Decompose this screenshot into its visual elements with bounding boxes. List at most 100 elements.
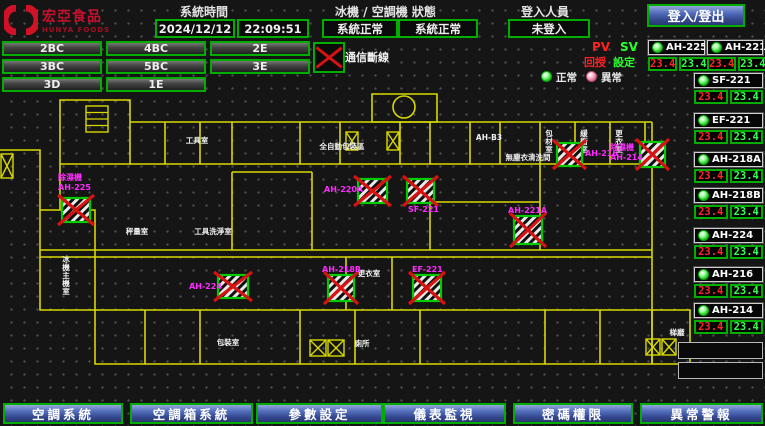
ahu-marker-ah-214[interactable]: 除濕機AH-214 [610,139,669,170]
hvac-status-label: 冰機 / 空調機 狀態 [335,3,436,20]
floor-button-5bc[interactable]: 5BC [106,59,206,74]
ahu-status: 系統正常 [398,19,478,38]
abnormal-label: 異常 [601,70,622,85]
ahu-marker-ef-221[interactable]: EF-221 [409,265,445,304]
unit-ah-218a[interactable]: AH-218A [694,152,763,167]
ahu-marker-ah-225[interactable]: 除濕機AH-225 [58,172,94,225]
room-label: 工具洗淨室 [194,226,232,236]
unit-ah-221a[interactable]: AH-221A [707,40,763,55]
unit-ah-225[interactable]: AH-225 [648,40,705,55]
ahu-marker-label: EF-221 [412,265,443,274]
status-lamp [698,269,709,280]
ahu-marker-label: AH-224 [189,282,222,291]
sv-label: SV [620,40,638,54]
shaft-x-icon [328,340,344,356]
empty-slot [678,342,763,359]
unit-ah-224[interactable]: AH-224 [694,228,763,243]
room-label: 秤量室 [126,226,149,236]
sv-value: 23.4 [679,57,708,71]
unit-name: AH-214 [712,305,753,316]
sv-value: 23.4 [730,205,764,219]
nav-button-4[interactable]: 儀表監視 [383,403,506,424]
floorplan: 工具室全自動包裝區AH-B3無塵衣清洗間包材室緩衝室更衣室秤量室工具洗淨室更衣室… [0,92,695,404]
pv-value: 23.4 [694,284,728,298]
sv-name-label: 設定 [613,54,635,70]
ahu-marker-label: AH-221A [508,206,548,215]
status-lamp [698,115,709,126]
login-logout-button[interactable]: 登入/登出 [647,4,745,27]
unit-temps-ah-224: 23.423.4 [694,245,763,259]
login-user-label: 登入人員 [521,3,569,20]
comm-lost-label: 通信斷線 [345,49,389,65]
logo-subtitle: HUNYA FOODS [42,26,110,34]
floor-button-4bc[interactable]: 4BC [106,41,206,56]
ahu-marker-ah-224[interactable]: AH-224 [189,272,252,301]
stairs-icon [86,106,108,132]
ahu-marker-label: AH-218B [322,265,361,274]
unit-name: AH-221A [725,42,765,53]
comm-lost-icon [313,42,345,73]
unit-temps-ef-221: 23.423.4 [694,130,763,144]
ahu-marker-label: 除濕機AH-225 [58,172,91,192]
unit-ah-218b[interactable]: AH-218B [694,188,763,203]
sv-value: 23.4 [730,245,764,259]
nav-button-2[interactable]: 空調箱系統 [130,403,253,424]
system-time-label: 系統時間 [180,3,228,20]
nav-button-5[interactable]: 密碼權限 [513,403,633,424]
ahu-marker-sf-221[interactable]: SF-221 [403,176,439,214]
system-time-value: 22:09:51 [237,19,309,38]
unit-name: SF-221 [712,75,751,86]
unit-ah-216[interactable]: AH-216 [694,267,763,282]
status-lamp [698,230,709,241]
unit-name: EF-221 [712,115,750,126]
unit-name: AH-216 [712,269,753,280]
status-lamp [698,154,709,165]
floor-button-3bc[interactable]: 3BC [2,59,102,74]
unit-temps-ah-218b: 23.423.4 [694,205,763,219]
chiller-status: 系統正常 [322,19,398,38]
room-label: 更衣室 [358,268,381,278]
status-lamp [698,305,709,316]
status-lamp [711,42,722,53]
room-label: 包材室 [544,128,553,154]
unit-temps-ah-225: 23.423.4 [648,57,705,71]
nav-button-6[interactable]: 異常警報 [640,403,763,424]
shaft-x-icon [646,339,660,355]
ahu-marker-ah-220a[interactable]: AH-220A [324,176,391,206]
normal-label: 正常 [556,70,577,85]
unit-name: AH-224 [712,230,753,241]
ahu-marker-ah-221a[interactable]: AH-221A [508,206,548,247]
floor-button-3d[interactable]: 3D [2,77,102,92]
floor-button-3e[interactable]: 3E [210,59,310,74]
unit-ah-214[interactable]: AH-214 [694,303,763,318]
logo-title: 宏亞食品 [42,6,110,26]
floor-button-1e[interactable]: 1E [106,77,206,92]
sv-value: 23.4 [730,169,764,183]
status-lamp [698,190,709,201]
floor-button-2e[interactable]: 2E [210,41,310,56]
pv-value: 23.4 [648,57,677,71]
ahu-marker-label: SF-221 [408,205,439,214]
room-label: 全自動包裝區 [319,141,365,151]
unit-temps-ah-216: 23.423.4 [694,284,763,298]
room-label: 工具室 [186,135,209,145]
logo: 宏亞食品 HUNYA FOODS [4,3,116,36]
ahu-marker-label: AH-220A [324,185,364,194]
unit-ef-221[interactable]: EF-221 [694,113,763,128]
floor-button-2bc[interactable]: 2BC [2,41,102,56]
unit-name: AH-225 [666,42,707,53]
ahu-marker-ah-218b[interactable]: AH-218B [322,265,361,304]
nav-button-1[interactable]: 空調系統 [3,403,123,424]
status-lamp [652,42,663,53]
room-label: AH-B3 [476,133,502,142]
sv-value: 23.4 [738,57,765,71]
unit-temps-ah-214: 23.423.4 [694,320,763,334]
unit-sf-221[interactable]: SF-221 [694,73,763,88]
abnormal-lamp-icon [586,71,597,82]
shaft-x-icon [1,154,13,178]
pv-value: 23.4 [707,57,736,71]
pv-value: 23.4 [694,205,728,219]
shaft-x-icon [662,339,676,355]
unit-name: AH-218B [712,190,761,201]
nav-button-3[interactable]: 參數設定 [256,403,383,424]
